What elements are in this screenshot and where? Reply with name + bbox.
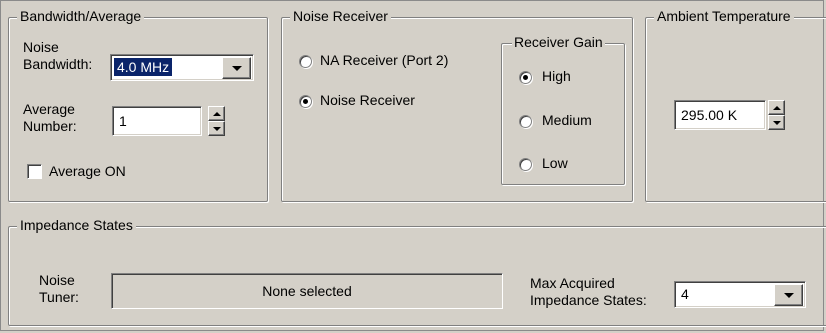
chevron-down-icon	[783, 292, 794, 298]
noise-receiver-radio[interactable]	[299, 95, 312, 108]
bandwidth-average-group: Bandwidth/Average Noise Bandwidth: 4.0 M…	[8, 8, 268, 202]
average-on-label[interactable]: Average ON	[49, 163, 126, 180]
noise-bandwidth-combobox[interactable]: 4.0 MHz	[110, 54, 254, 81]
max-impedance-states-combobox[interactable]: 4	[674, 281, 806, 308]
bandwidth-average-legend: Bandwidth/Average	[17, 8, 145, 24]
na-receiver-label[interactable]: NA Receiver (Port 2)	[320, 52, 448, 69]
arrow-down-icon	[772, 120, 781, 125]
max-acquired-label-line1: Max Acquired	[530, 275, 615, 291]
average-number-value: 1	[119, 113, 127, 129]
receiver-gain-group: Receiver Gain High Medium Low	[501, 34, 625, 185]
noise-tuner-display: None selected	[111, 273, 503, 309]
noise-tuner-value: None selected	[262, 283, 352, 299]
ambient-temperature-value: 295.00 K	[681, 107, 738, 123]
ambient-temperature-input[interactable]: 295.00 K	[674, 100, 766, 130]
impedance-states-group: Impedance States Noise Tuner: None selec…	[8, 217, 826, 326]
gain-low-radio[interactable]	[519, 158, 532, 171]
average-number-spin-up[interactable]	[208, 106, 225, 121]
max-impedance-states-value: 4	[681, 286, 689, 302]
arrow-up-icon	[212, 111, 221, 116]
ambient-temperature-legend: Ambient Temperature	[654, 8, 794, 24]
noise-bandwidth-label-line1: Noise	[23, 39, 59, 55]
average-number-spin-down[interactable]	[208, 121, 225, 136]
gain-medium-radio[interactable]	[519, 115, 532, 128]
gain-high-radio[interactable]	[519, 71, 532, 84]
arrow-up-icon	[772, 105, 781, 110]
gain-high-label[interactable]: High	[542, 68, 571, 85]
arrow-down-icon	[212, 126, 221, 131]
average-number-label-line2: Number:	[23, 118, 77, 134]
impedance-states-legend: Impedance States	[17, 217, 136, 233]
max-impedance-states-dropdown-button[interactable]	[774, 284, 803, 306]
noise-receiver-group: Noise Receiver NA Receiver (Port 2) Nois…	[281, 8, 633, 202]
gain-medium-label[interactable]: Medium	[542, 112, 592, 129]
ambient-temperature-spinner[interactable]	[768, 100, 785, 130]
ambient-temperature-group: Ambient Temperature 295.00 K	[645, 8, 826, 202]
receiver-gain-legend: Receiver Gain	[512, 34, 605, 50]
noise-tuner-label-line2: Tuner:	[39, 289, 79, 305]
na-receiver-radio[interactable]	[299, 55, 312, 68]
average-number-spinner[interactable]	[208, 106, 225, 136]
ambient-temperature-spin-up[interactable]	[768, 100, 785, 115]
gain-low-label[interactable]: Low	[542, 155, 568, 172]
noise-tuner-label-line1: Noise	[39, 272, 75, 288]
ambient-temperature-spin-down[interactable]	[768, 115, 785, 130]
average-number-label-line1: Average	[23, 101, 75, 117]
max-acquired-label-line2: Impedance States:	[530, 292, 647, 308]
noise-receiver-label[interactable]: Noise Receiver	[320, 92, 415, 109]
noise-receiver-legend: Noise Receiver	[290, 8, 391, 24]
average-on-checkbox[interactable]	[27, 164, 42, 179]
noise-bandwidth-dropdown-button[interactable]	[222, 57, 251, 79]
noise-bandwidth-label-line2: Bandwidth:	[23, 56, 93, 72]
noise-bandwidth-value: 4.0 MHz	[114, 58, 173, 76]
chevron-down-icon	[231, 65, 242, 71]
average-number-input[interactable]: 1	[112, 106, 202, 136]
